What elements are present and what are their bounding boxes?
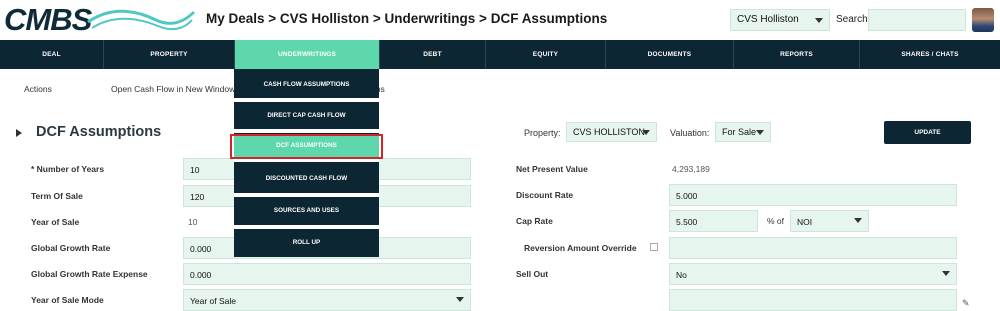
year-of-sale-value: 10 xyxy=(188,217,198,227)
logo[interactable]: CMBS xyxy=(4,2,196,37)
year-of-sale-mode-value: Year of Sale xyxy=(190,296,236,306)
open-cash-flow-link[interactable]: Open Cash Flow in New Window xyxy=(111,84,235,94)
nav-item-shares-chats[interactable]: SHARES / CHATS xyxy=(860,40,1000,69)
valuation-label: Valuation: xyxy=(670,128,710,138)
main-nav: DEAL PROPERTY UNDERWRITINGS DEBT EQUITY … xyxy=(0,40,1000,69)
global-growth-rate-expense-row: Global Growth Rate Expense 0.000 xyxy=(31,263,471,285)
logo-wave-icon xyxy=(87,9,196,31)
update-button[interactable]: UPDATE xyxy=(884,121,971,144)
cap-rate-input[interactable]: 5.500 xyxy=(669,210,758,232)
cap-rate-of-label: % of xyxy=(767,216,785,226)
cap-rate-basis-value: NOI xyxy=(797,217,813,227)
edit-icon[interactable]: ✎ xyxy=(962,298,970,309)
sell-out-row: Sell Out No xyxy=(516,263,957,285)
collapse-toggle-icon[interactable] xyxy=(16,129,22,137)
page-title: DCF Assumptions xyxy=(36,124,162,140)
avatar[interactable] xyxy=(972,8,994,32)
global-growth-rate-expense-input[interactable]: 0.000 xyxy=(183,263,471,285)
year-of-sale-mode-row: Year of Sale Mode Year of Sale xyxy=(31,289,471,311)
reversion-override-checkbox[interactable] xyxy=(650,243,658,251)
highlight-outline xyxy=(230,134,383,159)
menu-item-cash-flow-assumptions[interactable]: CASH FLOW ASSUMPTIONS xyxy=(234,71,379,98)
reversion-override-label: Reversion Amount Override xyxy=(524,243,637,253)
npv-label: Net Present Value xyxy=(516,164,588,174)
menu-item-discounted-cash-flow[interactable]: DISCOUNTED CASH FLOW xyxy=(234,165,379,192)
actions-label: Actions xyxy=(24,84,52,94)
property-label: Property: xyxy=(524,128,561,138)
chevron-down-icon xyxy=(642,130,650,135)
cap-rate-label: Cap Rate xyxy=(516,216,553,226)
underwritings-dropdown: CASH FLOW ASSUMPTIONS DIRECT CAP CASH FL… xyxy=(234,69,379,257)
chevron-down-icon xyxy=(815,18,823,23)
year-of-sale-mode-label: Year of Sale Mode xyxy=(31,295,104,305)
npv-value: 4,293,189 xyxy=(672,164,710,174)
nav-item-deal[interactable]: DEAL xyxy=(0,40,104,69)
partial-field-bottom[interactable] xyxy=(669,289,957,311)
discount-rate-row: Discount Rate 5.000 xyxy=(516,184,957,206)
sell-out-select[interactable]: No xyxy=(669,263,957,285)
property-select-value: CVS HOLLISTON xyxy=(573,127,645,137)
search-input[interactable] xyxy=(868,9,966,31)
reversion-override-row: Reversion Amount Override xyxy=(524,237,957,259)
sell-out-value: No xyxy=(676,270,687,280)
nav-item-equity[interactable]: EQUITY xyxy=(486,40,606,69)
year-of-sale-label: Year of Sale xyxy=(31,217,80,227)
title-row: DCF Assumptions Property: CVS HOLLISTON … xyxy=(0,121,1000,147)
nav-item-documents[interactable]: DOCUMENTS xyxy=(606,40,734,69)
deal-select-value: CVS Holliston xyxy=(737,14,799,25)
nav-item-reports[interactable]: REPORTS xyxy=(734,40,860,69)
chevron-down-icon xyxy=(456,297,464,302)
breadcrumb[interactable]: My Deals > CVS Holliston > Underwritings… xyxy=(206,11,607,26)
year-of-sale-mode-select[interactable]: Year of Sale xyxy=(183,289,471,311)
reversion-amount-input[interactable] xyxy=(669,237,957,259)
actions-row: Actions Open Cash Flow in New Window ons xyxy=(0,78,1000,100)
property-select[interactable]: CVS HOLLISTON xyxy=(566,122,657,142)
npv-row: Net Present Value 4,293,189 xyxy=(516,158,956,180)
number-of-years-label: * Number of Years xyxy=(31,164,105,174)
nav-item-property[interactable]: PROPERTY xyxy=(104,40,235,69)
valuation-select[interactable]: For Sale xyxy=(715,122,771,142)
cap-rate-row: Cap Rate 5.500 % of NOI xyxy=(516,210,957,232)
top-bar: CMBS My Deals > CVS Holliston > Underwri… xyxy=(0,0,1000,40)
menu-item-roll-up[interactable]: ROLL UP xyxy=(234,229,379,256)
nav-item-underwritings[interactable]: UNDERWRITINGS xyxy=(235,40,380,69)
menu-item-sources-and-uses[interactable]: SOURCES AND USES xyxy=(234,197,379,224)
deal-select[interactable]: CVS Holliston xyxy=(730,9,830,31)
chevron-down-icon xyxy=(854,218,862,223)
global-growth-rate-label: Global Growth Rate xyxy=(31,243,111,253)
term-of-sale-label: Term Of Sale xyxy=(31,191,83,201)
global-growth-rate-expense-label: Global Growth Rate Expense xyxy=(31,269,148,279)
search-label: Search xyxy=(836,14,868,25)
logo-text: CMBS xyxy=(4,2,92,37)
menu-item-direct-cap-cash-flow[interactable]: DIRECT CAP CASH FLOW xyxy=(234,102,379,129)
menu-divider xyxy=(234,129,379,133)
nav-item-debt[interactable]: DEBT xyxy=(380,40,486,69)
discount-rate-label: Discount Rate xyxy=(516,190,574,200)
sell-out-label: Sell Out xyxy=(516,269,549,279)
discount-rate-input[interactable]: 5.000 xyxy=(669,184,957,206)
valuation-select-value: For Sale xyxy=(722,127,757,137)
chevron-down-icon xyxy=(756,130,764,135)
chevron-down-icon xyxy=(942,271,950,276)
cap-rate-basis-select[interactable]: NOI xyxy=(790,210,869,232)
